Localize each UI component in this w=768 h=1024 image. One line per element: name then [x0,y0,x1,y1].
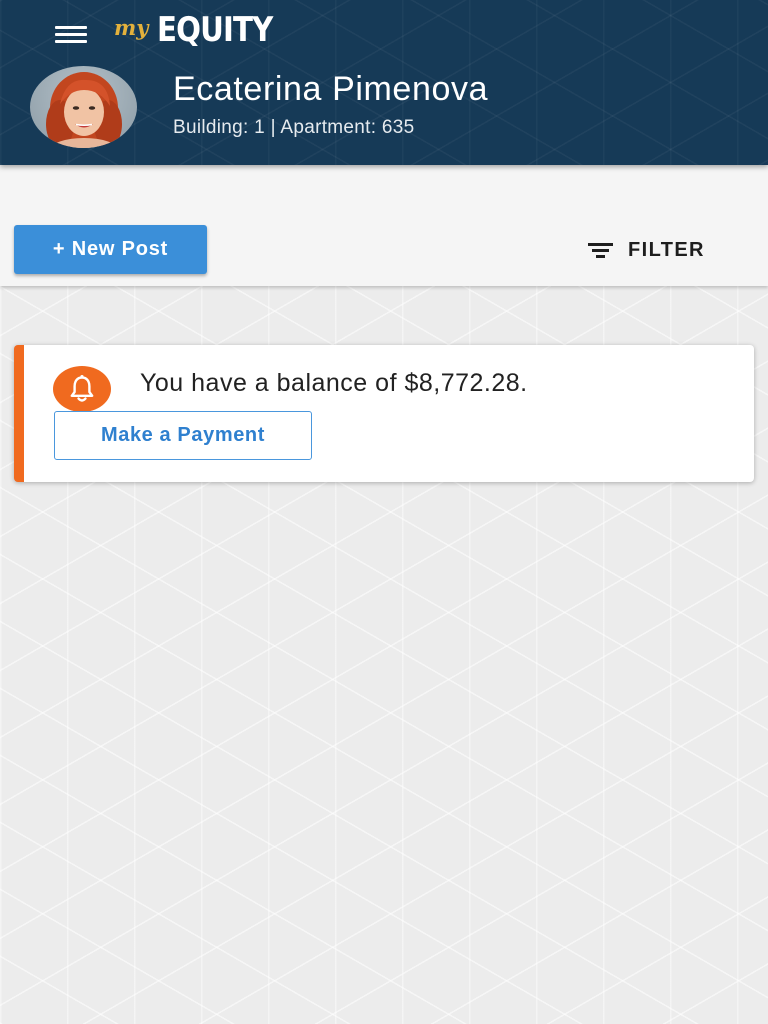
feed-toolbar: + New Post FILTER [0,165,768,286]
balance-alert-card: You have a balance of $8,772.28. Make a … [14,345,754,482]
make-payment-button[interactable]: Make a Payment [54,411,312,460]
bell-icon [53,366,111,412]
filter-lines-icon [586,239,614,261]
filter-button[interactable]: FILTER [586,235,726,265]
user-name: Ecaterina Pimenova [173,70,489,108]
logo-brand: EQUITY [157,10,273,50]
user-building-apartment: Building: 1 | Apartment: 635 [173,117,415,138]
app-header: my EQUITY Ecaterina Pimenova Building: 1… [0,0,768,165]
balance-message: You have a balance of $8,772.28. [140,369,528,397]
filter-label: FILTER [628,238,705,261]
logo-prefix: my [114,14,149,40]
app-logo[interactable]: my EQUITY [114,8,292,52]
hamburger-menu-icon[interactable] [52,20,92,48]
new-post-button[interactable]: + New Post [14,225,207,274]
avatar[interactable] [30,66,137,148]
